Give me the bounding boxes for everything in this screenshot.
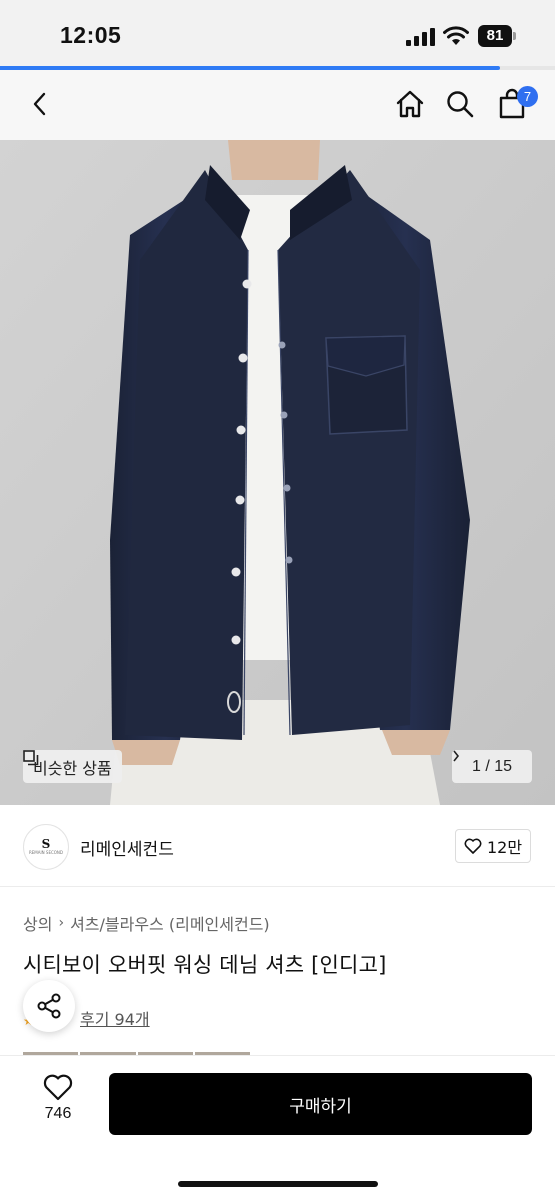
image-counter-button[interactable]: 1 / 15 bbox=[452, 750, 532, 783]
breadcrumb: 상의 › 셔츠/블라우스 (리메인세컨드) bbox=[23, 911, 270, 935]
brand-row: S REMAIN SECOND 리메인세컨드 12만 bbox=[0, 805, 555, 887]
brand-logo-letter: S bbox=[41, 837, 51, 851]
wifi-icon bbox=[443, 26, 469, 45]
product-title: 시티보이 오버핏 워싱 데님 셔츠 [인디고] bbox=[23, 953, 387, 977]
battery-nub bbox=[513, 32, 516, 40]
chevron-right-icon bbox=[453, 750, 460, 762]
heart-icon bbox=[43, 1074, 73, 1101]
search-icon bbox=[447, 91, 474, 118]
chevron-right-icon: › bbox=[58, 915, 65, 931]
back-button[interactable] bbox=[20, 84, 60, 124]
product-photo bbox=[0, 140, 555, 805]
signal-icon bbox=[406, 28, 435, 46]
status-bar: 12:05 81 bbox=[0, 0, 555, 66]
back-icon bbox=[33, 92, 46, 116]
similar-products-button[interactable]: 비슷한 상품 bbox=[23, 750, 122, 783]
buy-button[interactable]: 구매하기 bbox=[109, 1073, 532, 1135]
wishlist-count: 746 bbox=[44, 1105, 72, 1122]
cart-button[interactable]: 7 bbox=[492, 84, 538, 124]
brand-logo[interactable]: S REMAIN SECOND bbox=[23, 824, 69, 870]
status-time: 12:05 bbox=[60, 22, 122, 48]
home-icon bbox=[396, 90, 424, 118]
breadcrumb-item[interactable]: 상의 bbox=[23, 911, 52, 935]
brand-logo-text: REMAIN SECOND bbox=[28, 850, 64, 855]
copy-icon bbox=[23, 750, 39, 766]
brand-like-button[interactable]: 12만 bbox=[455, 829, 531, 863]
top-nav: 7 bbox=[0, 70, 555, 140]
search-button[interactable] bbox=[440, 84, 480, 124]
bottom-action-bar: 746 구매하기 bbox=[0, 1055, 555, 1200]
share-button[interactable] bbox=[23, 980, 75, 1032]
similar-products-label: 비슷한 상품 bbox=[33, 758, 112, 778]
review-link[interactable]: 후기 94개 bbox=[80, 1006, 150, 1030]
battery-icon: 81 bbox=[478, 25, 518, 47]
wishlist-button[interactable]: 746 bbox=[28, 1074, 88, 1136]
breadcrumb-item[interactable]: 셔츠/블라우스 (리메인세컨드) bbox=[70, 911, 270, 935]
share-icon bbox=[37, 993, 61, 1019]
home-button[interactable] bbox=[390, 84, 430, 124]
heart-icon bbox=[464, 838, 482, 854]
home-indicator bbox=[178, 1181, 378, 1187]
product-image-carousel[interactable]: 비슷한 상품 1 / 15 bbox=[0, 140, 555, 805]
cart-count-badge: 7 bbox=[517, 86, 538, 107]
image-counter: 1 / 15 bbox=[471, 757, 513, 775]
brand-name[interactable]: 리메인세컨드 bbox=[80, 835, 174, 860]
brand-like-count: 12만 bbox=[486, 838, 523, 857]
battery-level: 81 bbox=[478, 25, 512, 47]
